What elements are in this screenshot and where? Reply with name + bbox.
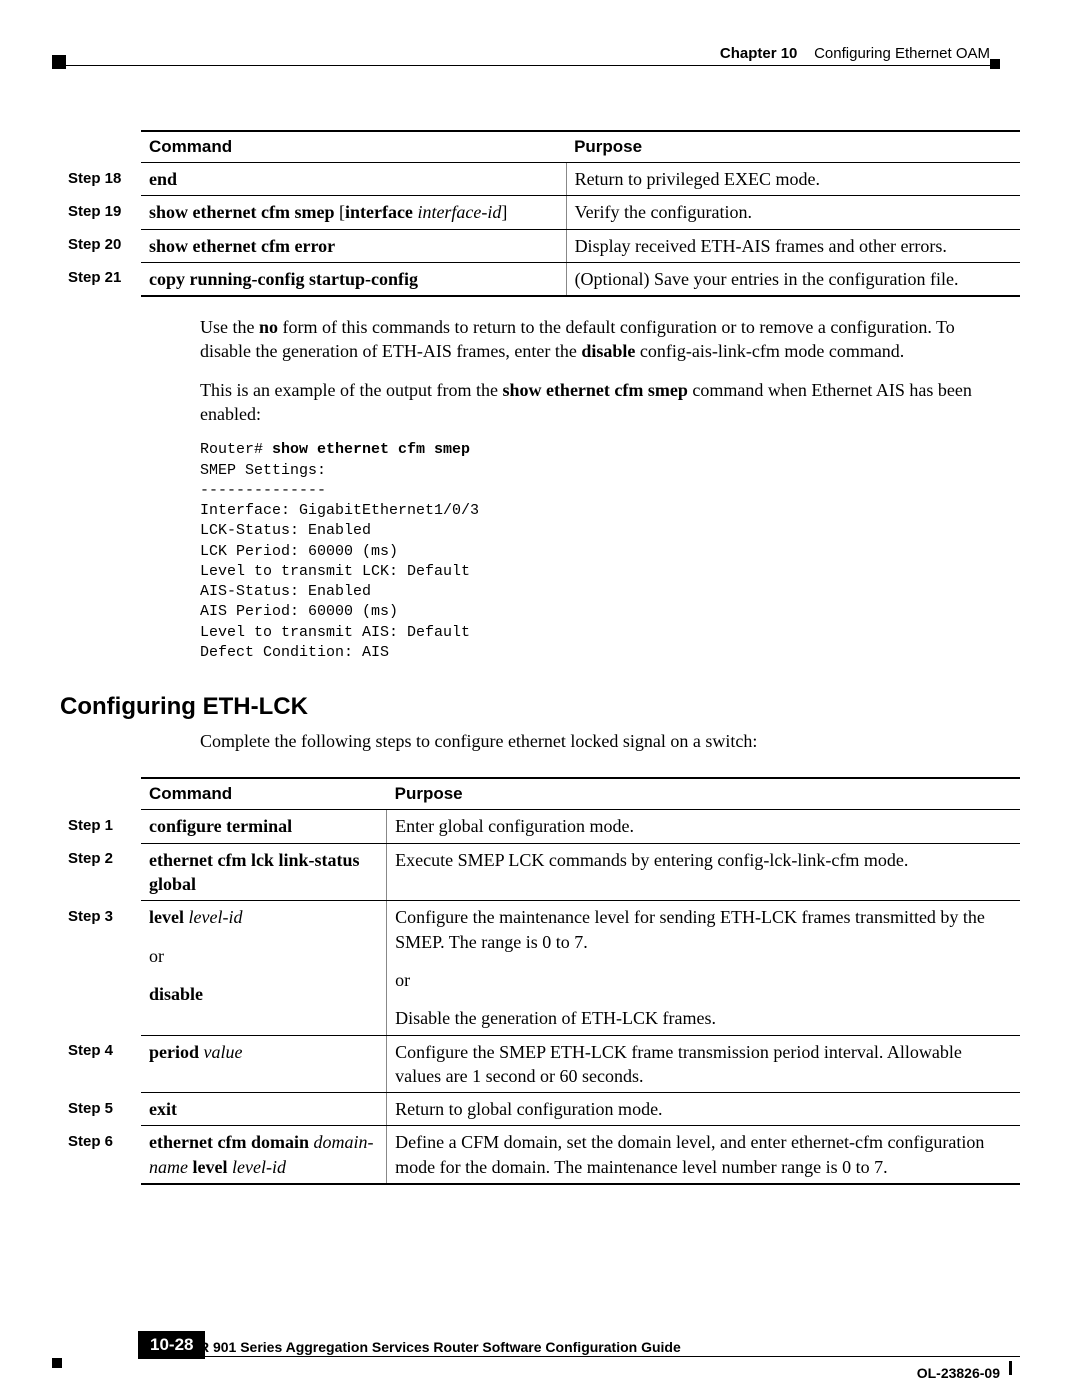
paragraph-1: Use the no form of this commands to retu… [200,315,1020,364]
command-cell: ethernet cfm domain domain-name level le… [141,1126,387,1184]
col-command-2: Command [141,778,387,810]
command-cell: configure terminal [141,810,387,843]
footer-marker [52,1358,62,1368]
purpose-cell: Display received ETH-AIS frames and othe… [566,229,1020,262]
step-label: Step 2 [60,843,141,901]
footer-tick [1009,1361,1012,1375]
command-cell: show ethernet cfm smep [interface interf… [141,196,566,229]
step-label: Step 21 [60,262,141,296]
purpose-cell: Return to privileged EXEC mode. [566,163,1020,196]
step-label: Step 6 [60,1126,141,1184]
section-intro: Complete the following steps to configur… [200,729,1020,753]
col-purpose: Purpose [566,131,1020,163]
page-number: 10-28 [138,1331,205,1359]
command-cell: period value [141,1035,387,1093]
chapter-label: Chapter 10 [720,45,798,62]
step-label: Step 4 [60,1035,141,1093]
header-marker-right [990,59,1000,69]
section-heading: Configuring ETH-LCK [60,693,1020,721]
command-cell: end [141,163,566,196]
command-cell: show ethernet cfm error [141,229,566,262]
command-cell: ethernet cfm lck link-status global [141,843,387,901]
code-block: Router# show ethernet cfm smep SMEP Sett… [200,440,1020,663]
doc-id: OL-23826-09 [917,1365,1000,1381]
header-marker-left [52,55,66,69]
command-cell: level level-idordisable [141,901,387,1035]
step-label: Step 5 [60,1093,141,1126]
purpose-cell: (Optional) Save your entries in the conf… [566,262,1020,296]
command-cell: exit [141,1093,387,1126]
col-purpose-2: Purpose [387,778,1020,810]
purpose-cell: Execute SMEP LCK commands by entering co… [387,843,1020,901]
step-label: Step 19 [60,196,141,229]
paragraph-2: This is an example of the output from th… [200,378,1020,427]
step-label: Step 18 [60,163,141,196]
purpose-cell: Define a CFM domain, set the domain leve… [387,1126,1020,1184]
purpose-cell: Configure the SMEP ETH-LCK frame transmi… [387,1035,1020,1093]
step-label: Step 3 [60,901,141,1035]
steps-table-2: Command Purpose Step 1configure terminal… [60,777,1020,1185]
col-command: Command [141,131,566,163]
step-label: Step 20 [60,229,141,262]
running-header: Chapter 10 Configuring Ethernet OAM [720,45,990,62]
step-label: Step 1 [60,810,141,843]
purpose-cell: Verify the configuration. [566,196,1020,229]
header-rule [60,65,995,66]
purpose-cell: Enter global configuration mode. [387,810,1020,843]
purpose-cell: Return to global configuration mode. [387,1093,1020,1126]
purpose-cell: Configure the maintenance level for send… [387,901,1020,1035]
command-cell: copy running-config startup-config [141,262,566,296]
page-footer: Cisco ASR 901 Series Aggregation Service… [60,1339,1020,1357]
chapter-title: Configuring Ethernet OAM [814,45,990,62]
steps-table-1: Command Purpose Step 18endReturn to priv… [60,130,1020,297]
